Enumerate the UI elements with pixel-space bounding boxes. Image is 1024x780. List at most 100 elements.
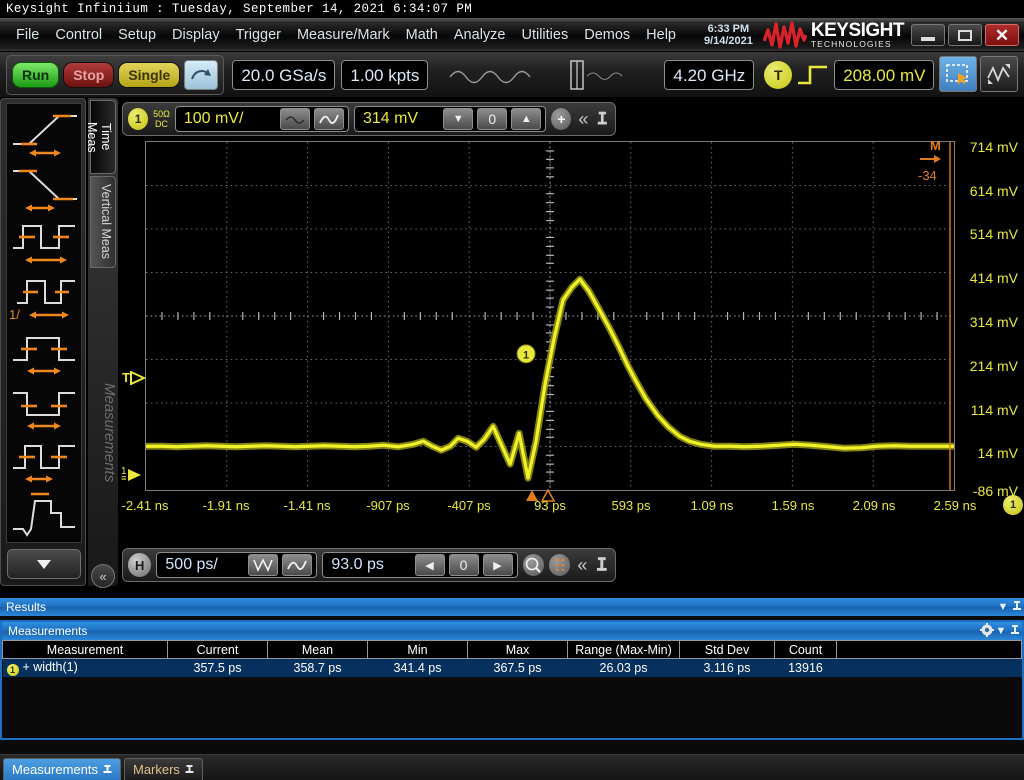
offset-value[interactable]: 314 mV [359, 110, 422, 128]
sample-rate-field[interactable]: 20.0 GSa/s [232, 59, 336, 90]
measurements-settings-button[interactable] [980, 622, 994, 640]
add-channel-button[interactable]: + [551, 108, 572, 130]
rise-time-icon[interactable] [7, 104, 83, 159]
timebase-sine-button[interactable] [282, 554, 313, 576]
delay-right-button[interactable]: ▶ [482, 554, 513, 576]
pin-icon[interactable] [103, 764, 112, 775]
offset-zero-button[interactable]: 0 [477, 108, 508, 130]
duty-cycle-icon[interactable] [7, 434, 83, 489]
clock: 6:33 PM 9/14/2021 [704, 23, 759, 47]
menu-control[interactable]: Control [47, 25, 110, 45]
menu-file[interactable]: File [8, 25, 47, 45]
pin-icon[interactable] [185, 764, 194, 775]
menu-demos[interactable]: Demos [576, 25, 638, 45]
col-current[interactable]: Current [167, 640, 268, 659]
close-button[interactable]: ✕ [985, 24, 1019, 46]
waveform-plot-area[interactable]: 1 T 1 ≡ M -34 -2.41 ns -1.91 ns -1.41 ns… [121, 138, 1023, 548]
col-count[interactable]: Count [774, 640, 837, 659]
memory-depth-field[interactable]: 1.00 kpts [341, 59, 429, 90]
offset-down-button[interactable]: ▼ [443, 108, 474, 130]
bottom-tab-measurements[interactable]: Measurements [3, 758, 121, 780]
run-button[interactable]: Run [12, 61, 60, 88]
trigger-level-marker[interactable]: T [122, 370, 146, 385]
positive-width-icon[interactable] [7, 324, 83, 379]
menu-display[interactable]: Display [164, 25, 228, 45]
results-panel-header[interactable]: Results ▼ [0, 598, 1024, 616]
measurements-collapse-button[interactable]: ▼ [994, 625, 1008, 637]
measurement-icon-rail: 1/ [0, 98, 86, 586]
fall-time-icon[interactable] [7, 159, 83, 214]
restore-button[interactable] [948, 24, 982, 46]
delay-left-button[interactable]: ◀ [414, 554, 445, 576]
acquisition-waveform-decoration-2 [587, 72, 623, 80]
tab-vertical-meas[interactable]: Vertical Meas [90, 176, 116, 268]
col-blank [836, 640, 1022, 659]
col-range[interactable]: Range (Max-Min) [567, 640, 680, 659]
waveform-graticule[interactable]: 1 [145, 141, 955, 491]
measurements-pin-button[interactable] [1008, 624, 1022, 639]
channel-offset-marker[interactable]: 1 [516, 344, 536, 364]
delay-zero-button[interactable]: 0 [448, 554, 479, 576]
horizontal-button[interactable]: H [128, 553, 152, 577]
results-collapse-button[interactable]: ▼ [996, 601, 1010, 613]
channel-prev-button[interactable]: « [576, 109, 590, 130]
chevron-right-icon: ▶ [493, 559, 502, 572]
collapse-sidebar-button[interactable]: « [91, 564, 115, 588]
stop-button[interactable]: Stop [63, 61, 115, 88]
tab-time-meas[interactable]: Time Meas [85, 100, 116, 174]
time-scale-value[interactable]: 500 ps/ [161, 556, 221, 574]
delay-value[interactable]: 93.0 ps [327, 556, 387, 574]
segmented-memory-button[interactable] [548, 554, 571, 576]
pin-icon[interactable] [594, 555, 610, 575]
keysight-wordmark: KEYSIGHT TECHNOLOGIES [811, 21, 905, 49]
chevron-left-icon: ◀ [425, 559, 434, 572]
col-min[interactable]: Min [367, 640, 468, 659]
menu-math[interactable]: Math [398, 25, 446, 45]
col-mean[interactable]: Mean [267, 640, 368, 659]
table-header-row: Measurement Current Mean Min Max Range (… [2, 640, 1022, 659]
more-measurements-button[interactable] [7, 549, 81, 579]
zoom-magnifier-button[interactable] [522, 554, 544, 576]
pin-icon[interactable] [595, 109, 610, 129]
channel-1-coupling[interactable]: 50Ω DC [153, 109, 170, 129]
measurements-panel-header[interactable]: Measurements ▼ [2, 622, 1022, 640]
trigger-level-field[interactable]: 208.00 mV [834, 59, 935, 90]
col-measurement[interactable]: Measurement [2, 640, 168, 659]
clear-display-button[interactable] [184, 59, 219, 90]
timebase-prev-button[interactable]: « [575, 555, 589, 576]
negative-width-icon[interactable] [7, 379, 83, 434]
sine-waveform-button[interactable] [313, 108, 344, 130]
vertical-scale-value[interactable]: 100 mV/ [180, 110, 248, 128]
menu-measure-mark[interactable]: Measure/Mark [289, 25, 398, 45]
menu-trigger[interactable]: Trigger [228, 25, 289, 45]
pulse-area-icon[interactable] [7, 489, 83, 544]
marquee-select-button[interactable] [939, 56, 977, 92]
row-channel-badge: 1 [6, 663, 19, 676]
menu-utilities[interactable]: Utilities [513, 25, 576, 45]
single-button[interactable]: Single [118, 61, 181, 88]
period-icon[interactable] [7, 214, 83, 269]
channel-1-button[interactable]: 1 [128, 108, 149, 130]
segmented-memory-icon [555, 558, 564, 572]
table-row[interactable]: 1 + width(1) 357.5 ps 358.7 ps 341.4 ps 3… [2, 658, 1022, 677]
bottom-tab-markers[interactable]: Markers [123, 758, 203, 780]
ground-level-marker[interactable]: 1 ≡ [121, 467, 143, 483]
bandwidth-field[interactable]: 4.20 GHz [664, 59, 755, 90]
clock-time: 6:33 PM [707, 23, 750, 35]
col-stddev[interactable]: Std Dev [679, 640, 775, 659]
waveform-navigate-button[interactable] [980, 56, 1018, 92]
trigger-badge[interactable]: T [764, 60, 793, 89]
frequency-icon[interactable]: 1/ [7, 269, 83, 324]
offset-up-button[interactable]: ▲ [511, 108, 542, 130]
pin-icon [1011, 624, 1019, 634]
col-max[interactable]: Max [467, 640, 568, 659]
minimize-button[interactable] [911, 24, 945, 46]
results-pin-button[interactable] [1010, 600, 1024, 615]
invert-waveform-button[interactable] [279, 108, 310, 130]
zoom-window-button[interactable] [248, 554, 279, 576]
rising-edge-icon[interactable] [796, 61, 830, 89]
menu-help[interactable]: Help [638, 25, 684, 45]
menu-setup[interactable]: Setup [110, 25, 164, 45]
menu-analyze[interactable]: Analyze [446, 25, 514, 45]
zoom-magnifier-icon [525, 557, 541, 573]
